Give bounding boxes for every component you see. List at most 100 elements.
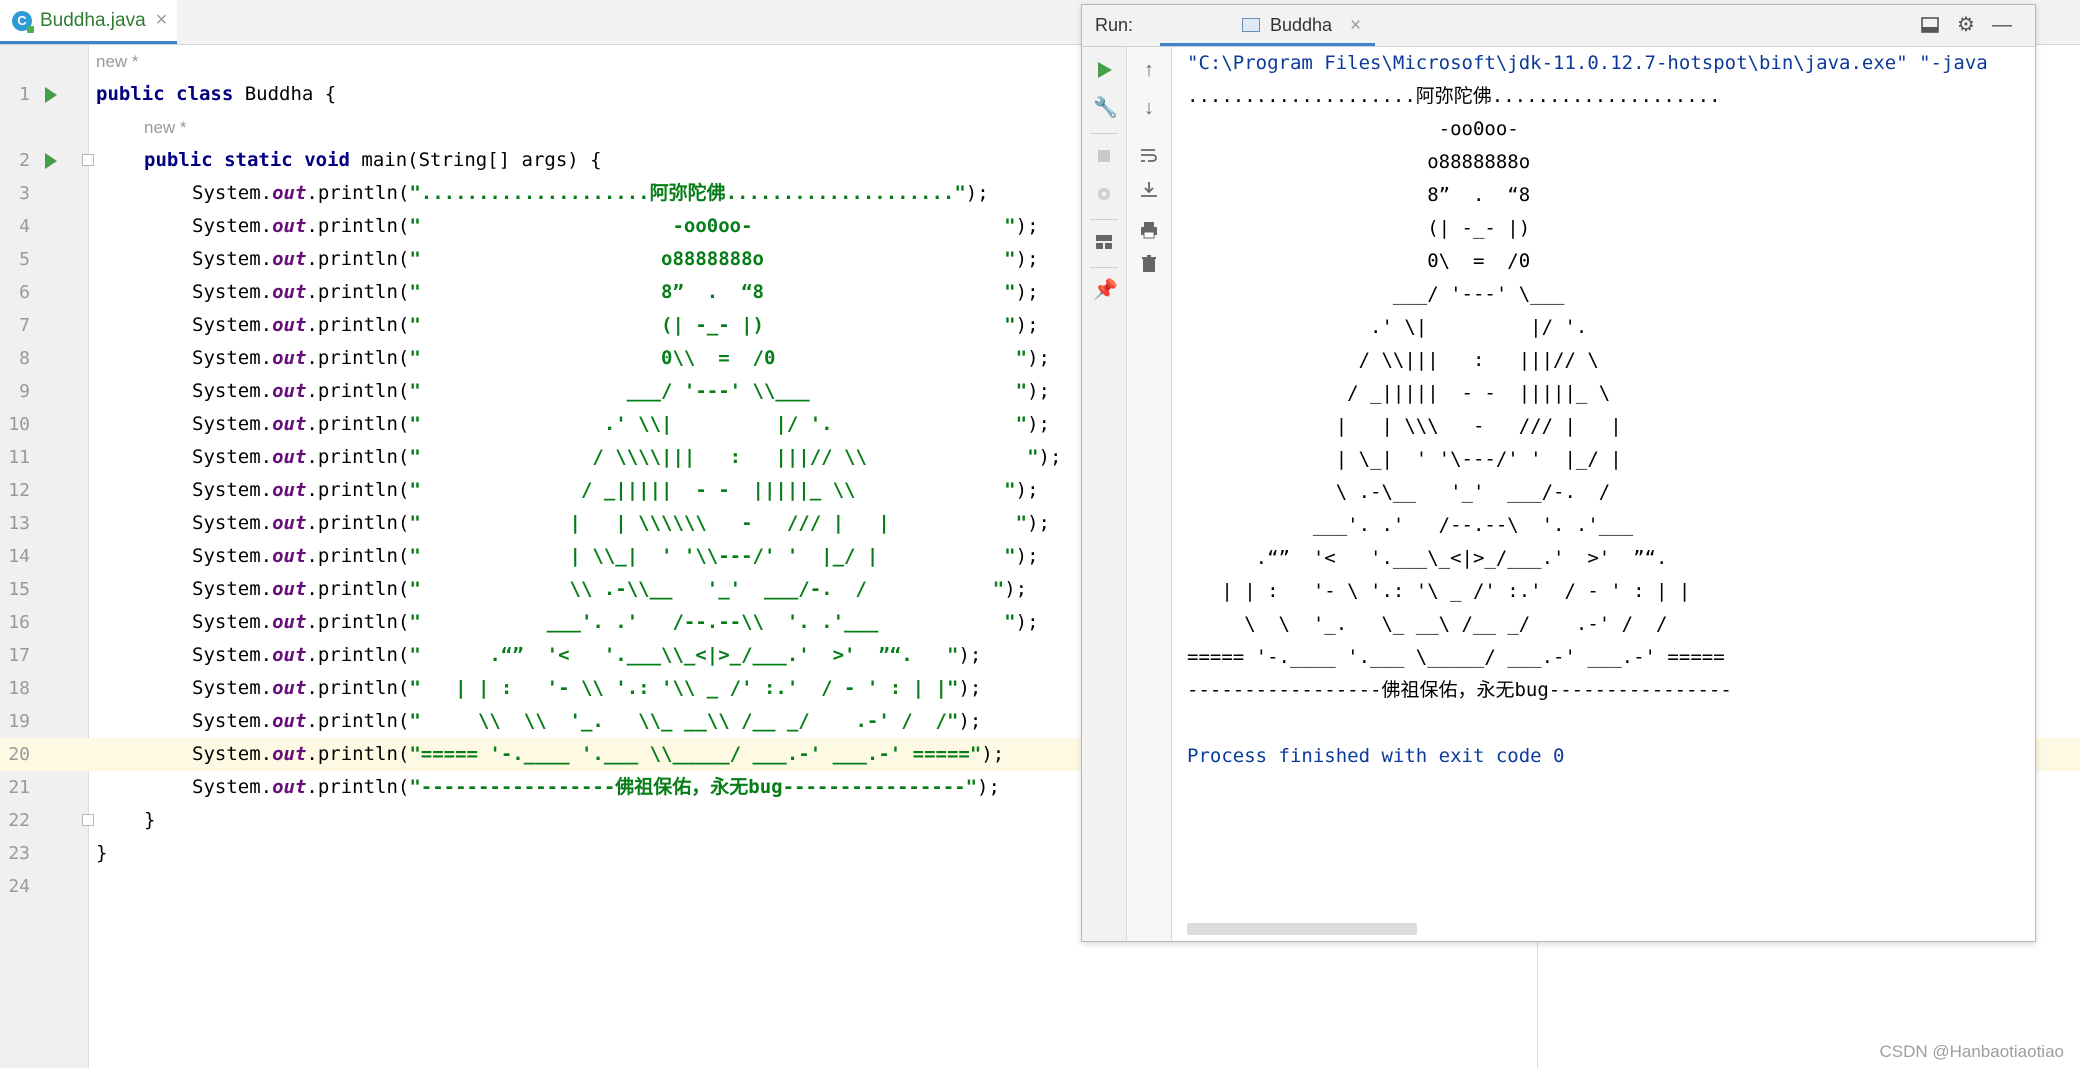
console-line-exit-status: Process finished with exit code 0 [1187,745,1565,767]
console-line: .' \| |/ '. [1187,316,1588,338]
console-line: 8” . “8 [1187,184,1531,206]
run-tab-buddha[interactable]: Buddha × [1160,5,1375,46]
line-number: 7 [19,315,30,336]
close-icon[interactable]: × [1350,5,1361,46]
minimize-icon[interactable]: — [1992,15,2012,35]
line-number: 2 [19,150,30,171]
gear-icon[interactable]: ⚙ [1956,15,1976,35]
line-number: 15 [8,579,30,600]
console-icon [1242,18,1260,32]
line-number: 3 [19,183,30,204]
line-number: 9 [19,381,30,402]
run-tool-window: Run: Buddha × ⚙ — 🔧 📌 ↑ ↓ "C:\Program Fi… [1081,4,2036,942]
inlay-hint: new * [144,118,187,137]
console-output[interactable]: "C:\Program Files\Microsoft\jdk-11.0.12.… [1187,47,2027,917]
soft-wrap-icon[interactable] [1138,145,1160,167]
pin-icon[interactable]: 📌 [1093,279,1118,301]
code-text: } [96,842,108,864]
console-line: ___/ '---' \___ [1187,283,1565,305]
java-class-icon: C [12,10,34,33]
line-number: 13 [8,513,30,534]
trash-icon[interactable] [1138,253,1160,275]
code-text: System.out.println(" .“” '< '.___\\_<|>_… [192,644,982,666]
console-line: ===== '-.____ '.___ \_____/ ___.-' ___.-… [1187,646,1725,668]
layout-grid-icon[interactable] [1093,231,1115,253]
line-number: 5 [19,249,30,270]
line-number: 8 [19,348,30,369]
run-tab-label: Buddha [1270,15,1333,35]
console-line: | | : '- \ '.: '\ _ /' :.' / - ' : | | [1187,580,1691,602]
line-number: 23 [8,843,30,864]
arrow-up-icon[interactable]: ↑ [1138,59,1160,81]
line-number: 19 [8,711,30,732]
console-line: ....................阿弥陀佛................… [1187,85,1721,107]
line-number: 21 [8,777,30,798]
run-title: Run: [1095,15,1134,35]
console-line: \ .-\__ '_' ___/-. / [1187,481,1611,503]
code-text: System.out.println(" -oo0oo- "); [192,215,1039,237]
line-number: 11 [8,447,30,468]
code-text: System.out.println(" 0\\ = /0 "); [192,347,1050,369]
code-text: System.out.println(" \\ \\ '_. \\_ __\\ … [192,710,982,732]
separator [1090,219,1118,220]
inlay-hint: new * [96,52,139,71]
fold-marker[interactable] [82,814,94,826]
layout-icon[interactable] [1920,15,1940,35]
console-line: 0\ = /0 [1187,250,1531,272]
code-text: System.out.println(" | | : '- \\ '.: '\\… [192,677,982,699]
line-number: 14 [8,546,30,567]
console-line: -oo0oo- [1187,118,1519,140]
line-number: 12 [8,480,30,501]
code-text: System.out.println("....................… [192,182,989,204]
console-line: | \_| ' '\---/' ' |_/ | [1187,448,1622,470]
rerun-icon[interactable] [1093,59,1115,81]
console-line: \ \ '_. \_ __\ /__ _/ .-' / / [1187,613,1668,635]
code-text: System.out.println(" ___/ '---' \\___ ")… [192,380,1050,402]
line-number: 16 [8,612,30,633]
code-text: System.out.println(" ___'. .' /--.--\\ '… [192,611,1039,633]
console-line: | | \\\ - /// | | [1187,415,1622,437]
console-line: .“” '< '.___\_<|>_/___.' >' ”“. [1187,547,1668,569]
code-text: System.out.println(" (| -_- |) "); [192,314,1039,336]
line-number: 10 [8,414,30,435]
line-number: 6 [19,282,30,303]
editor-divider [1537,940,1538,1068]
code-text: System.out.println("-----------------佛祖保… [192,776,1000,798]
close-icon[interactable]: × [156,9,168,32]
scroll-to-end-icon[interactable] [1138,179,1160,201]
print-icon[interactable] [1138,219,1160,241]
editor-tab-label: Buddha.java [40,9,146,31]
stop-icon[interactable] [1093,145,1115,167]
wrench-icon[interactable]: 🔧 [1093,97,1118,119]
code-text: System.out.println("===== '-.____ '.___ … [192,743,1005,765]
line-number: 18 [8,678,30,699]
console-line: o8888888o [1187,151,1531,173]
code-text: System.out.println(" | | \\\\\\ - /// | … [192,512,1050,534]
run-gutter-icon[interactable] [45,87,57,103]
watermark: CSDN @Hanbaotiaotiao [1879,1042,2064,1061]
console-line-command: "C:\Program Files\Microsoft\jdk-11.0.12.… [1187,52,1988,74]
code-text: System.out.println(" o8888888o "); [192,248,1039,270]
line-number: 22 [8,810,30,831]
line-number: 4 [19,216,30,237]
run-toolbar-right: ↑ ↓ [1127,47,1172,941]
code-text: public class Buddha { [96,83,337,105]
console-line: -----------------佛祖保佑，永无bug-------------… [1187,679,1732,701]
console-line: / _||||| - - |||||_ \ [1187,382,1611,404]
line-number: 20 [8,744,30,765]
line-number: 1 [19,84,30,105]
code-text: } [144,809,156,831]
run-gutter-icon[interactable] [45,153,57,169]
code-text: System.out.println(" .' \\| |/ '. "); [192,413,1050,435]
editor-tab-buddha-java[interactable]: C Buddha.java × [0,0,178,44]
arrow-down-icon[interactable]: ↓ [1138,97,1160,119]
fold-marker[interactable] [82,154,94,166]
console-line: / \\||| : |||// \ [1187,349,1599,371]
console-line: (| -_- |) [1187,217,1531,239]
code-text: System.out.println(" / _||||| - - |||||_… [192,479,1039,501]
line-number: 24 [8,876,30,897]
debug-disabled-icon[interactable] [1093,183,1115,205]
code-text: System.out.println(" 8” . “8 "); [192,281,1039,303]
run-header: Run: Buddha × ⚙ — [1082,5,2035,47]
horizontal-scrollbar[interactable] [1187,923,1417,935]
